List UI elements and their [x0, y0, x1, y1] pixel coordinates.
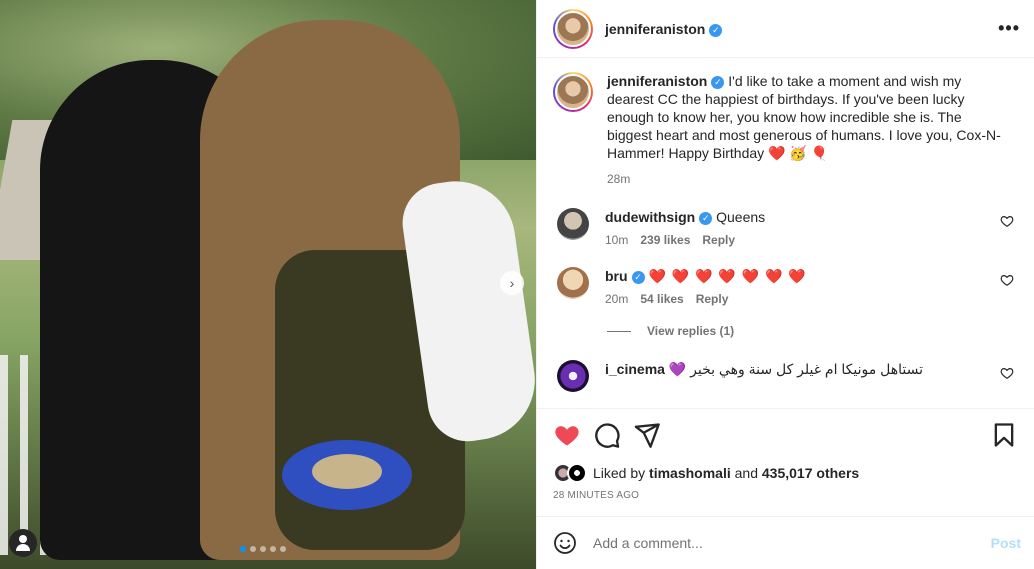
emoji-icon[interactable] [553, 531, 577, 555]
likes-summary: Liked by timashomali and 435,017 others [553, 463, 1018, 483]
chevron-right-icon: › [509, 275, 515, 291]
post-sidebar: jenniferaniston ✓ ••• jenniferaniston ✓ I'… [536, 0, 1034, 569]
carousel-dot [250, 546, 256, 552]
comment-username[interactable]: dudewithsign [605, 209, 695, 225]
liker-avatar [567, 463, 587, 483]
likes-others[interactable]: 435,017 others [762, 465, 859, 481]
comments-list[interactable]: jenniferaniston ✓ I'd like to take a mome… [537, 58, 1034, 408]
author-avatar[interactable] [553, 8, 593, 49]
verified-icon: ✓ [631, 271, 645, 284]
share-icon[interactable] [633, 421, 661, 449]
heart-outline-icon[interactable] [1000, 214, 1014, 228]
comment-item: i_cinema 💜 تستاهل مونيكا ام غيلر كل سنة … [553, 360, 1018, 392]
heart-outline-icon[interactable] [1000, 366, 1014, 380]
caption-time: 28m [607, 172, 631, 186]
caption-avatar[interactable] [553, 72, 593, 112]
post-photo[interactable]: › [0, 0, 536, 569]
like-heart-icon[interactable] [553, 421, 581, 449]
verified-icon: ✓ [709, 23, 723, 37]
more-options-icon[interactable]: ••• [998, 18, 1020, 39]
verified-icon: ✓ [711, 76, 725, 89]
verified-icon: ✓ [699, 212, 713, 225]
carousel-dot [280, 546, 286, 552]
comment-text: 💜 تستاهل مونيكا ام غيلر كل سنة وهي بخير [668, 361, 923, 377]
photo-plate [282, 440, 412, 510]
carousel-next-button[interactable]: › [500, 271, 524, 295]
commenter-avatar[interactable] [557, 360, 589, 392]
commenter-avatar[interactable] [557, 208, 589, 240]
comment-username[interactable]: i_cinema [605, 361, 665, 377]
view-replies-button[interactable]: View replies (1) [607, 324, 1018, 338]
comment-time: 10m [605, 233, 629, 247]
commenter-avatar[interactable] [557, 267, 589, 299]
liked-by-label: Liked by [593, 465, 646, 481]
action-bar: Liked by timashomali and 435,017 others … [537, 408, 1034, 501]
author-username[interactable]: jenniferaniston [605, 21, 705, 37]
reply-button[interactable]: Reply [696, 292, 729, 306]
reply-button[interactable]: Reply [702, 233, 735, 247]
caption-username[interactable]: jenniferaniston [607, 73, 707, 89]
post-header: jenniferaniston ✓ ••• [537, 0, 1034, 58]
comment-text: Queens [716, 209, 766, 225]
carousel-dot [260, 546, 266, 552]
bookmark-icon[interactable] [990, 421, 1018, 449]
comment-item: dudewithsign ✓ Queens 10m 239 likes Reply [553, 208, 1018, 247]
comment-text: ❤️ ❤️ ❤️ ❤️ ❤️ ❤️ ❤️ [648, 268, 807, 284]
heart-outline-icon[interactable] [1000, 273, 1014, 287]
post-modal: › jenniferaniston ✓ ••• jenniferaniston ✓ … [0, 0, 1034, 569]
post-timestamp: 28 MINUTES AGO [553, 490, 640, 501]
comment-likes[interactable]: 54 likes [640, 292, 683, 306]
comment-time: 20m [605, 292, 629, 306]
add-comment-bar: Post [537, 516, 1034, 569]
comment-icon[interactable] [593, 421, 621, 449]
post-comment-button[interactable]: Post [991, 535, 1021, 551]
carousel-dot [270, 546, 276, 552]
carousel-dots [240, 546, 286, 552]
tagged-users-button[interactable] [9, 529, 37, 557]
liked-by-user[interactable]: timashomali [649, 465, 731, 481]
likes-connector: and [734, 465, 758, 481]
comment-input[interactable] [593, 535, 991, 551]
view-replies-label: View replies (1) [647, 324, 735, 338]
carousel-dot-active [240, 546, 246, 552]
comment-username[interactable]: bru [605, 268, 628, 284]
comment-item: bru ✓ ❤️ ❤️ ❤️ ❤️ ❤️ ❤️ ❤️ 20m 54 likes R… [553, 267, 1018, 306]
caption: jenniferaniston ✓ I'd like to take a mome… [553, 72, 1018, 188]
comment-likes[interactable]: 239 likes [640, 233, 690, 247]
